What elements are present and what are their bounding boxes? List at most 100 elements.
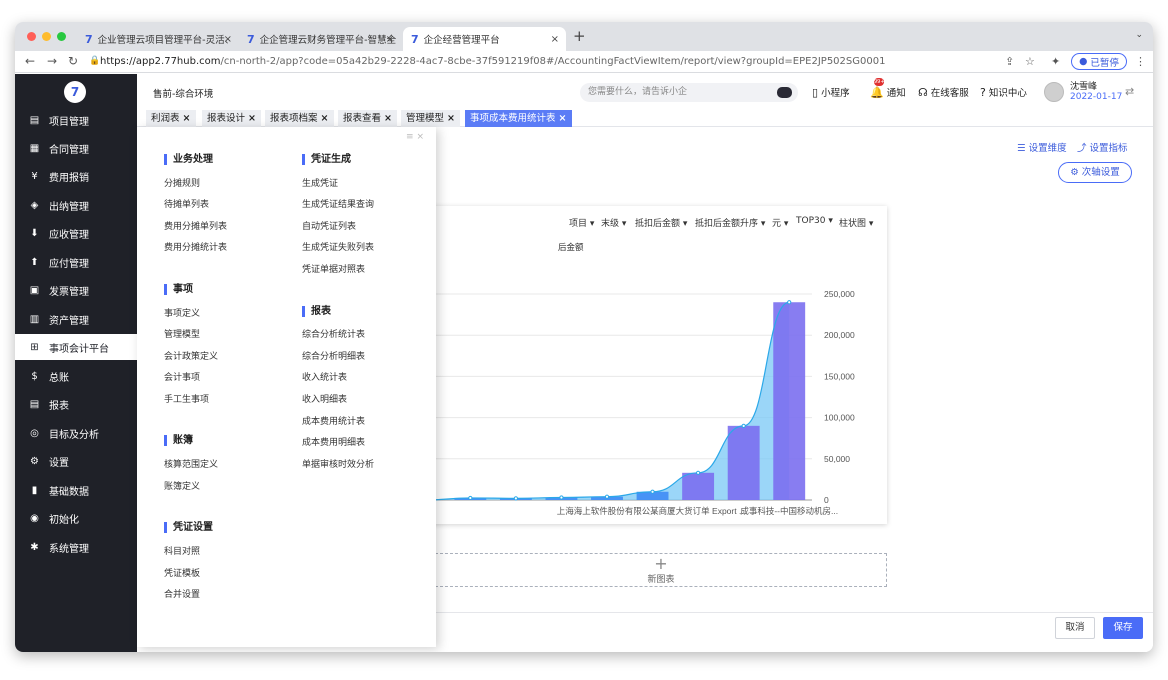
sidebar-item-project[interactable]: ▤ 项目管理 xyxy=(15,107,137,133)
bookmark-star-icon[interactable]: ☆ xyxy=(1025,55,1035,68)
browser-tab-3[interactable]: 7 企企经营管理平台 × xyxy=(403,27,566,51)
menu-item[interactable]: 会计事项 xyxy=(164,370,200,383)
set-indicator-button[interactable]: ⤴ 设置指标 xyxy=(1077,140,1128,154)
menu-group-title: 账簿 xyxy=(164,435,193,446)
browser-tab-1[interactable]: 7 企业管理云项目管理平台-灵活、 × xyxy=(77,27,239,51)
minimize-window-button[interactable] xyxy=(42,32,51,41)
bar xyxy=(727,425,760,500)
set-dimension-button[interactable]: ☰ 设置维度 xyxy=(1017,140,1067,154)
close-tab-icon[interactable]: × xyxy=(248,113,256,124)
close-window-button[interactable] xyxy=(27,32,36,41)
app-logo[interactable]: 7 xyxy=(64,81,86,103)
browser-tab-2[interactable]: 7 企企管理云财务管理平台-智慧全 × xyxy=(239,27,401,51)
menu-item[interactable]: 管理模型 xyxy=(164,327,200,340)
tab-cost-expense-stats[interactable]: 事项成本费用统计表 × xyxy=(465,110,572,127)
sidebar-item-report[interactable]: ▤ 报表 xyxy=(15,391,137,417)
menu-item[interactable]: 综合分析明细表 xyxy=(302,349,365,362)
sidebar-item-receivable[interactable]: ⬇ 应收管理 xyxy=(15,220,137,246)
tab-report-view[interactable]: 报表查看 × xyxy=(338,110,398,127)
menu-item[interactable]: 费用分摊统计表 xyxy=(164,240,227,253)
reload-icon[interactable]: ↻ xyxy=(68,54,78,68)
secondary-axis-button[interactable]: ⚙ 次轴设置 xyxy=(1058,162,1132,183)
forward-icon[interactable]: → xyxy=(47,54,57,68)
menu-item[interactable]: 合并设置 xyxy=(164,587,200,600)
search-input[interactable]: 您需要什么，请告诉小企 xyxy=(580,83,798,102)
new-tab-button[interactable]: + xyxy=(573,27,586,45)
sidebar-item-accounting-platform[interactable]: ⊞ 事项会计平台 xyxy=(15,334,137,360)
sidebar-item-cashier[interactable]: ◈ 出纳管理 xyxy=(15,192,137,218)
mini-program-button[interactable]: ▯ 小程序 xyxy=(812,85,850,99)
notify-button[interactable]: 🔔 通知 xyxy=(870,85,906,99)
menu-item[interactable]: 手工生事项 xyxy=(164,392,209,405)
url-field[interactable]: https://app2.77hub.com/cn-north-2/app?co… xyxy=(100,56,885,67)
menu-item[interactable]: 账簿定义 xyxy=(164,479,200,492)
menu-item[interactable]: 凭证单据对照表 xyxy=(302,262,365,275)
menu-item[interactable]: 科目对照 xyxy=(164,544,200,557)
close-tab-icon[interactable]: × xyxy=(321,113,329,124)
menu-item[interactable]: 生成凭证 xyxy=(302,176,338,189)
close-tab-icon[interactable]: × xyxy=(384,113,392,124)
close-tab-icon[interactable]: × xyxy=(183,113,191,124)
menu-item[interactable]: 生成凭证结果查询 xyxy=(302,197,374,210)
extensions-icon[interactable]: ✦ xyxy=(1051,55,1060,68)
trend-point xyxy=(787,300,792,305)
tab-report-design[interactable]: 报表设计 × xyxy=(202,110,262,127)
share-icon[interactable]: ⇪ xyxy=(1005,55,1014,68)
menu-item[interactable]: 自动凭证列表 xyxy=(302,219,356,232)
menu-item[interactable]: 费用分摊单列表 xyxy=(164,219,227,232)
new-chart-button[interactable]: + 新图表 xyxy=(435,553,887,587)
menu-item[interactable]: 单据审核时效分析 xyxy=(302,457,374,470)
menu-item[interactable]: 收入统计表 xyxy=(302,370,347,383)
menu-list-icon[interactable]: ≡ xyxy=(406,132,414,142)
sidebar-item-asset[interactable]: ▥ 资产管理 xyxy=(15,306,137,332)
online-service-button[interactable]: ☊ 在线客服 xyxy=(918,85,969,99)
menu-item[interactable]: 核算范围定义 xyxy=(164,457,218,470)
sidebar-item-settings[interactable]: ⚙ 设置 xyxy=(15,448,137,474)
trend-point xyxy=(741,423,746,428)
knowledge-label: 知识中心 xyxy=(988,88,1027,99)
assistant-robot-icon[interactable] xyxy=(777,87,792,98)
address-bar: ← → ↻ 🔒 https://app2.77hub.com/cn-north-… xyxy=(15,51,1153,73)
cancel-button[interactable]: 取消 xyxy=(1055,617,1095,639)
close-tab-icon[interactable]: × xyxy=(551,34,559,45)
knowledge-center-button[interactable]: ? 知识中心 xyxy=(980,85,1027,99)
sidebar-item-expense[interactable]: ¥ 费用报销 xyxy=(15,163,137,189)
menu-item[interactable]: 成本费用明细表 xyxy=(302,435,365,448)
close-icon[interactable]: × xyxy=(416,132,424,142)
tab-report-item-archive[interactable]: 报表项档案 × xyxy=(265,110,334,127)
menu-item[interactable]: 会计政策定义 xyxy=(164,349,218,362)
sidebar-item-invoice[interactable]: ▣ 发票管理 xyxy=(15,277,137,303)
sidebar-item-system[interactable]: ✱ 系统管理 xyxy=(15,534,137,560)
close-tab-icon[interactable]: × xyxy=(447,113,455,124)
profile-paused-button[interactable]: ● 已暂停 xyxy=(1071,53,1127,70)
browser-menu-icon[interactable]: ⋮ xyxy=(1135,55,1146,68)
menu-item[interactable]: 分摊规则 xyxy=(164,176,200,189)
sidebar-item-basic-data[interactable]: ▮ 基础数据 xyxy=(15,477,137,503)
sidebar-item-payable[interactable]: ⬆ 应付管理 xyxy=(15,249,137,275)
switch-icon[interactable]: ⇄ xyxy=(1125,85,1134,98)
y-tick-label: 200,000 xyxy=(824,330,855,340)
menu-item[interactable]: 成本费用统计表 xyxy=(302,414,365,427)
sidebar-item-target[interactable]: ◎ 目标及分析 xyxy=(15,420,137,446)
tab-management-model[interactable]: 管理模型 × xyxy=(401,110,461,127)
close-tab-icon[interactable]: × xyxy=(559,113,567,124)
menu-item[interactable]: 待摊单列表 xyxy=(164,197,209,210)
menu-item[interactable]: 收入明细表 xyxy=(302,392,347,405)
close-tab-icon[interactable]: × xyxy=(224,34,232,45)
sidebar-item-ledger[interactable]: $ 总账 xyxy=(15,363,137,389)
contract-icon: ▦ xyxy=(29,142,40,154)
menu-item[interactable]: 凭证模板 xyxy=(164,566,200,579)
menu-item[interactable]: 生成凭证失败列表 xyxy=(302,240,374,253)
help-icon: ? xyxy=(980,86,986,99)
avatar[interactable] xyxy=(1044,82,1064,102)
menu-item[interactable]: 综合分析统计表 xyxy=(302,327,365,340)
sidebar-item-contract[interactable]: ▦ 合同管理 xyxy=(15,135,137,161)
maximize-window-button[interactable] xyxy=(57,32,66,41)
menu-item[interactable]: 事项定义 xyxy=(164,306,200,319)
sidebar-item-init[interactable]: ◉ 初始化 xyxy=(15,505,137,531)
tab-search-icon[interactable]: ⌄ xyxy=(1135,30,1143,40)
close-tab-icon[interactable]: × xyxy=(386,34,394,45)
back-icon[interactable]: ← xyxy=(25,54,35,68)
save-button[interactable]: 保存 xyxy=(1103,617,1143,639)
tab-profit-statement[interactable]: 利润表 × xyxy=(146,110,196,127)
